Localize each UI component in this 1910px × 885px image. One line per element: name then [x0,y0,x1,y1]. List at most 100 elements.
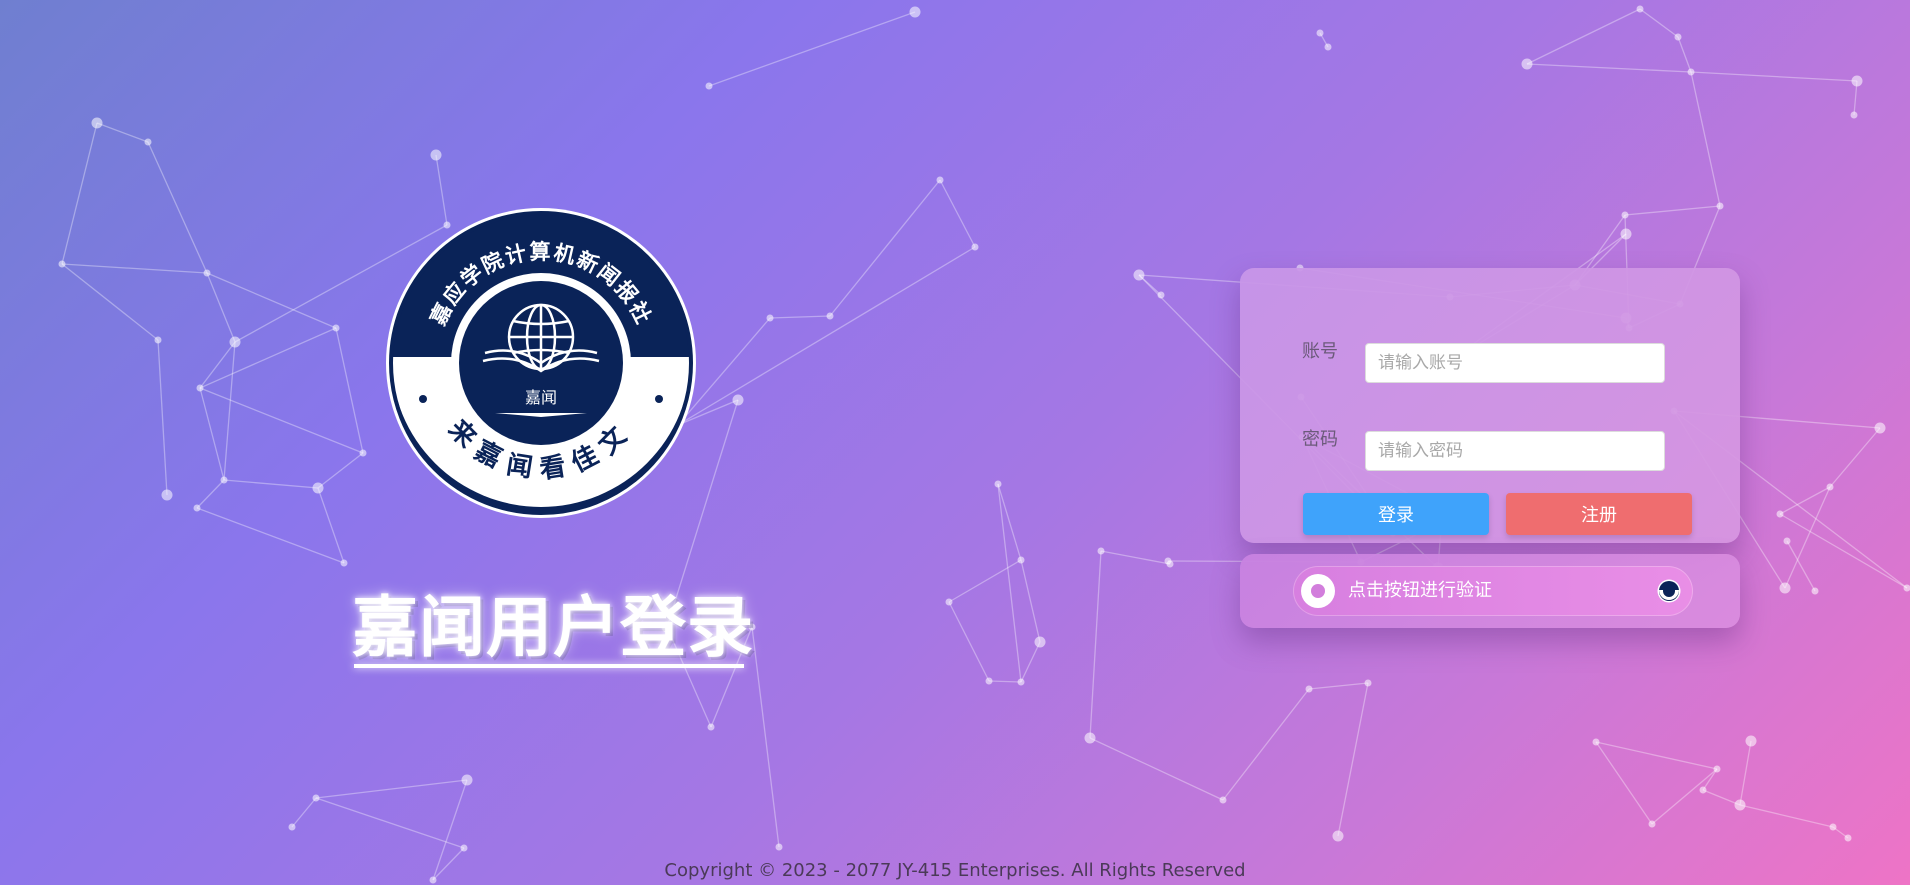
network-node [1017,678,1025,686]
network-node [1734,799,1746,811]
network-node [971,243,979,251]
network-node [945,598,953,606]
login-button[interactable]: 登录 [1303,493,1489,535]
network-node [340,559,348,567]
network-node [994,480,1002,488]
network-link [1624,205,1721,216]
network-node [1745,735,1757,747]
network-link [61,122,98,265]
network-node [1219,796,1227,804]
network-node [1592,738,1600,746]
network-link [1651,768,1718,825]
network-node [1713,765,1721,773]
newspaper-logo: 嘉应学院计算机新闻报社 来嘉闻看佳文 嘉闻 [385,207,697,519]
network-link [223,479,319,489]
network-link [196,507,345,564]
network-node [1166,560,1174,568]
network-link [315,797,465,849]
network-link [1089,550,1102,739]
verify-card: 点击按钮进行验证 [1240,554,1740,628]
network-link [1779,513,1908,589]
verify-button[interactable]: 点击按钮进行验证 [1293,566,1693,616]
password-input[interactable] [1365,431,1665,471]
network-link [1526,63,1692,73]
network-node [1017,556,1025,564]
network-link [1308,682,1369,690]
network-link [1690,71,1721,207]
network-link [1020,559,1041,643]
network-node [1783,537,1791,545]
network-link [317,487,345,564]
network-link [1829,427,1881,488]
network-link [677,246,976,426]
network-node [732,394,744,406]
network-link [96,122,149,143]
network-link [1089,737,1224,801]
network-link [769,315,831,319]
network-node [1811,587,1819,595]
network-link [335,327,364,454]
account-input[interactable] [1365,343,1665,383]
network-node [1157,291,1165,299]
network-link [1526,8,1641,65]
network-link [708,11,916,87]
network-node [1674,33,1682,41]
network-link [988,680,1022,683]
network-link [1677,36,1692,73]
page-title: 嘉闻用户登录 [352,589,754,666]
network-node [1874,422,1886,434]
network-link [199,327,337,389]
network-link [315,779,468,799]
network-link [1739,804,1834,828]
network-node [1776,510,1784,518]
network-link [1690,71,1858,82]
network-node [1097,547,1105,555]
network-node [312,794,320,802]
network-node [359,449,367,457]
network-node [430,149,442,161]
network-link [997,483,1022,561]
network-node [1521,58,1533,70]
network-link [196,479,225,509]
network-node [203,269,211,277]
network-node [705,82,713,90]
network-node [1621,211,1629,219]
logo-badge-icon [1657,579,1681,603]
network-node [707,723,715,731]
network-link [1786,540,1816,592]
network-link [997,483,1022,683]
network-node [985,677,993,685]
network-node [288,823,296,831]
network-node [1687,68,1695,76]
footer-copyright: Copyright © 2023 - 2077 JY-415 Enterpris… [664,860,1246,881]
network-node [1133,269,1145,281]
network-node [766,314,774,322]
network-node [1829,823,1837,831]
network-node [1332,830,1344,842]
network-link [61,263,159,341]
network-node [775,843,783,851]
register-button[interactable]: 注册 [1506,493,1692,535]
network-node [312,482,324,494]
network-node [58,260,66,268]
network-node [193,504,201,512]
network-link [1337,682,1369,837]
network-node [1851,75,1863,87]
network-link [1595,741,1653,825]
network-node [1316,29,1324,37]
network-link [1100,550,1171,565]
network-link [751,626,780,848]
account-label: 账号 [1302,341,1338,362]
network-link [61,263,208,274]
network-node [1699,786,1707,794]
network-node [161,489,173,501]
network-link [1702,789,1741,806]
network-link [199,341,236,389]
password-label: 密码 [1302,429,1338,450]
verify-toggle-icon [1301,574,1335,608]
network-node [909,6,921,18]
network-link [147,141,208,274]
logo-center-text: 嘉闻 [525,388,557,407]
network-node [1620,228,1632,240]
network-node [332,324,340,332]
